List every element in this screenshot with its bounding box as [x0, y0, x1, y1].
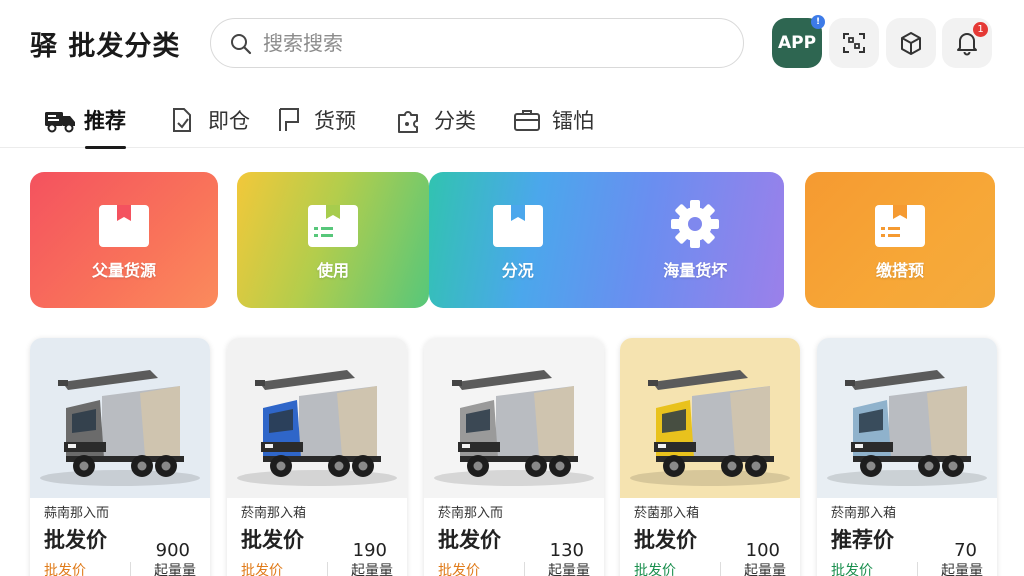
divider: [720, 562, 721, 576]
truck-image: [620, 338, 800, 498]
tab-label: 即仓: [208, 109, 250, 133]
search-input[interactable]: [263, 29, 713, 57]
product-card[interactable]: 菸南那入葙 推荐价 70 批发价 起量量: [817, 338, 997, 576]
divider: [130, 562, 131, 576]
tab-warehouse[interactable]: 即仓: [168, 102, 250, 138]
category-tile-2[interactable]: 使用: [237, 172, 429, 308]
app-badge: !: [811, 15, 825, 29]
price-label: 批发价: [634, 563, 676, 576]
product-title: 批发价: [44, 528, 107, 552]
category-label: 使用: [316, 261, 349, 280]
top-header: 驿 批发分类 APP ! 1: [0, 0, 1024, 88]
package-icon: [901, 32, 921, 55]
box-icon: [99, 205, 149, 247]
flag-icon: [279, 108, 299, 131]
category-tile-1[interactable]: 父量货源: [30, 172, 218, 308]
tab-supply[interactable]: 货预: [274, 102, 356, 138]
price-label: 批发价: [44, 563, 86, 576]
product-price: 190: [352, 540, 387, 561]
product-card[interactable]: 菸南那入而 批发价 130 批发价 起量量: [424, 338, 604, 576]
gear-icon: [671, 200, 720, 248]
scan-button[interactable]: [829, 18, 879, 68]
package-button[interactable]: [886, 18, 936, 68]
category-tile-5[interactable]: 缴搭预: [805, 172, 995, 308]
price-label: 批发价: [438, 563, 480, 576]
category-tile-4[interactable]: 海量货坏: [607, 172, 785, 308]
tab-label: 分类: [434, 109, 476, 133]
tab-recommend[interactable]: 推荐: [44, 102, 126, 149]
product-title: 批发价: [634, 528, 697, 552]
divider: [327, 562, 328, 576]
divider: [524, 562, 525, 576]
min-order-label: 起量量: [941, 563, 983, 576]
search-icon: [231, 34, 252, 55]
category-tile-group: 分况 海量货坏: [429, 172, 784, 308]
box-icon: [492, 205, 543, 247]
product-price: 130: [549, 540, 584, 561]
min-order-label: 起量量: [744, 563, 786, 576]
tab-label: 货预: [314, 109, 356, 133]
category-tile-3[interactable]: 分况: [429, 172, 607, 308]
tab-radar[interactable]: 镭怕: [512, 102, 594, 138]
document-icon: [173, 108, 191, 132]
truck-image: [227, 338, 407, 498]
product-title: 批发价: [438, 528, 501, 552]
truck-image: [817, 338, 997, 498]
category-label: 缴搭预: [875, 261, 924, 280]
product-price: 70: [954, 540, 977, 561]
brand-title: 驿 批发分类: [30, 31, 181, 62]
price-label: 批发价: [241, 563, 283, 576]
product-name: 菸南那入葙: [831, 506, 897, 521]
min-order-label: 起量量: [548, 563, 590, 576]
product-title: 推荐价: [831, 528, 894, 552]
category-label: 父量货源: [91, 261, 156, 280]
min-order-label: 起量量: [154, 563, 196, 576]
truck-image: [424, 338, 604, 498]
tab-bar: 推荐 即仓 货预 分类 镭怕: [0, 96, 1024, 149]
divider: [917, 562, 918, 576]
tab-label: 镭怕: [552, 109, 594, 133]
app-label: APP: [777, 33, 817, 53]
truck-icon: [45, 112, 75, 133]
product-price: 100: [745, 540, 780, 561]
tab-category[interactable]: 分类: [394, 102, 476, 138]
search-bar[interactable]: [210, 18, 744, 68]
category-label: 海量货坏: [663, 261, 728, 280]
product-card[interactable]: 菸南那入葙 批发价 190 批发价 起量量: [227, 338, 407, 576]
box-list-icon: [875, 205, 925, 247]
notification-button[interactable]: 1: [942, 18, 992, 68]
min-order-label: 起量量: [351, 563, 393, 576]
product-card[interactable]: 蒜南那入而 批发价 900 批发价 起量量: [30, 338, 210, 576]
product-title: 批发价: [241, 528, 304, 552]
product-name: 菸南那入而: [438, 506, 504, 521]
category-label: 分况: [501, 261, 534, 280]
price-label: 批发价: [831, 563, 873, 576]
notification-badge: 1: [973, 22, 988, 37]
briefcase-icon: [514, 110, 540, 131]
product-name: 菸南那入葙: [241, 506, 307, 521]
product-name: 蒜南那入而: [44, 506, 110, 521]
product-name: 菸菌那入葙: [634, 506, 700, 521]
box-list-icon: [308, 205, 358, 247]
tab-label: 推荐: [84, 109, 126, 133]
product-price: 900: [155, 540, 190, 561]
truck-image: [30, 338, 210, 498]
product-card[interactable]: 菸菌那入葙 批发价 100 批发价 起量量: [620, 338, 800, 576]
scan-icon: [843, 33, 865, 53]
app-download-button[interactable]: APP !: [772, 15, 825, 68]
puzzle-icon: [398, 111, 418, 133]
